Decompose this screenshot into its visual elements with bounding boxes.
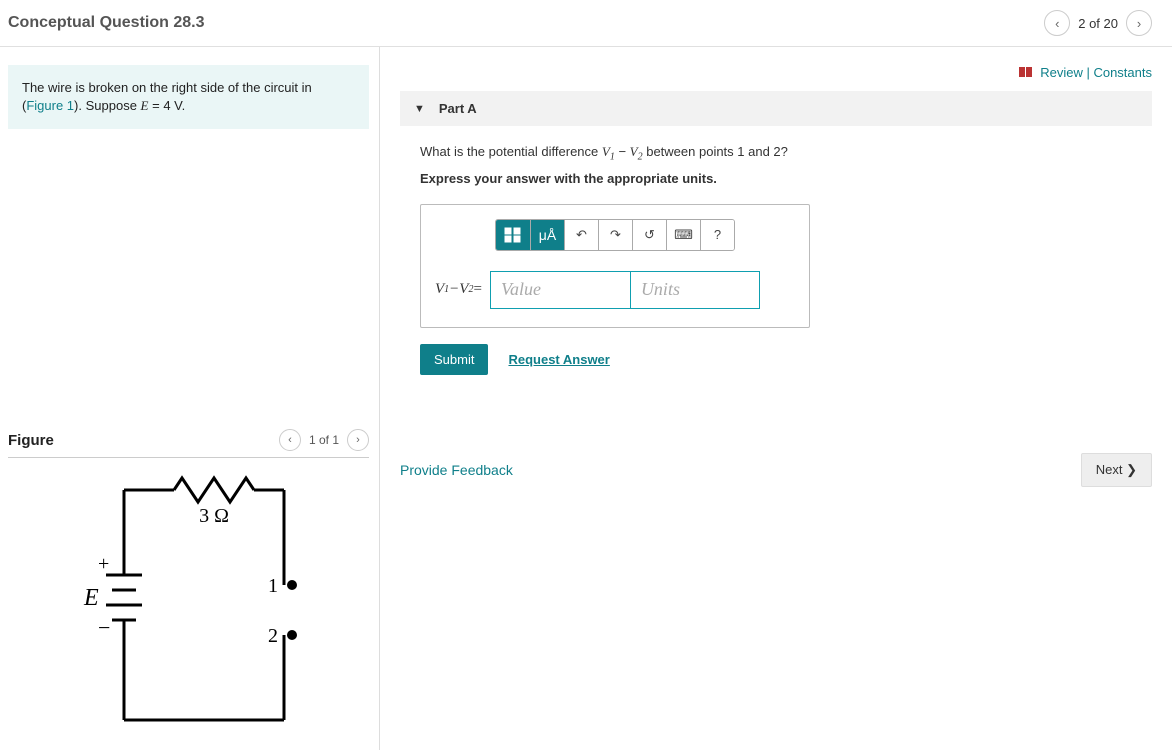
svg-text:+: +	[98, 553, 109, 575]
q-post: between points 1 and 2?	[643, 144, 788, 159]
svg-text:3 Ω: 3 Ω	[199, 505, 229, 527]
answer-row: V1 − V2 = Value Units	[435, 271, 795, 309]
redo-button[interactable]: ↷	[598, 220, 632, 250]
al-v2: V	[459, 281, 468, 298]
al-v1: V	[435, 281, 444, 298]
svg-text:1: 1	[268, 575, 278, 597]
separator: |	[1083, 65, 1094, 80]
q-pre: What is the potential difference	[420, 144, 602, 159]
page-pager: ‹ 2 of 20 ›	[1044, 10, 1152, 36]
figure-pager: ‹ 1 of 1 ›	[279, 429, 369, 451]
templates-icon	[504, 227, 522, 243]
answer-area: μÅ ↶ ↷ ↺ ⌨ ? V1 − V2 = Value Units	[420, 204, 810, 328]
reset-button[interactable]: ↺	[632, 220, 666, 250]
figure-prev-button[interactable]: ‹	[279, 429, 301, 451]
instruction-text: Express your answer with the appropriate…	[420, 171, 1132, 186]
svg-text:2: 2	[268, 625, 278, 647]
circuit-svg: 3 Ω E + − 1 2	[54, 470, 324, 740]
q-v2: V	[630, 144, 638, 159]
emf-symbol: E	[141, 98, 149, 113]
answer-label: V1 − V2 =	[435, 271, 490, 309]
figure-next-button[interactable]: ›	[347, 429, 369, 451]
figure-pager-text: 1 of 1	[309, 433, 339, 447]
toolbar-group: μÅ ↶ ↷ ↺ ⌨ ?	[495, 219, 735, 251]
flag-icon[interactable]	[1019, 66, 1033, 81]
al-minus: −	[449, 281, 459, 298]
undo-button[interactable]: ↶	[564, 220, 598, 250]
top-links: Review | Constants	[400, 59, 1152, 91]
figure-image: 3 Ω E + − 1 2	[8, 458, 369, 740]
submit-button[interactable]: Submit	[420, 344, 488, 375]
next-page-button[interactable]: ›	[1126, 10, 1152, 36]
problem-statement: The wire is broken on the right side of …	[8, 65, 369, 129]
caret-down-icon: ▼	[414, 103, 425, 115]
part-label: Part A	[439, 101, 477, 116]
q-v1: V	[602, 144, 610, 159]
figure-link[interactable]: Figure 1	[26, 98, 74, 113]
value-input[interactable]: Value	[490, 271, 630, 309]
figure-title: Figure	[8, 432, 54, 449]
main-content: The wire is broken on the right side of …	[0, 47, 1172, 750]
left-column: The wire is broken on the right side of …	[0, 47, 380, 750]
units-symbol-button[interactable]: μÅ	[530, 220, 564, 250]
q-minus: −	[615, 144, 630, 159]
submit-row: Submit Request Answer	[420, 344, 1132, 375]
bottom-row: Provide Feedback Next ❯	[400, 453, 1152, 487]
chevron-left-icon: ‹	[288, 434, 292, 446]
svg-text:E: E	[83, 585, 99, 611]
right-column: Review | Constants ▼ Part A What is the …	[380, 47, 1172, 750]
al-eq: =	[473, 281, 481, 298]
help-button[interactable]: ?	[700, 220, 734, 250]
answer-toolbar: μÅ ↶ ↷ ↺ ⌨ ?	[435, 219, 795, 251]
review-link[interactable]: Review	[1040, 65, 1083, 80]
problem-period: .	[182, 98, 186, 113]
keyboard-button[interactable]: ⌨	[666, 220, 700, 250]
chevron-right-icon: ›	[1137, 16, 1141, 31]
question-text: What is the potential difference V1 − V2…	[420, 144, 1132, 163]
part-header[interactable]: ▼ Part A	[400, 91, 1152, 126]
chevron-left-icon: ‹	[1055, 16, 1059, 31]
constants-link[interactable]: Constants	[1093, 65, 1152, 80]
svg-text:−: −	[98, 615, 110, 640]
part-body: What is the potential difference V1 − V2…	[400, 126, 1152, 393]
page-title: Conceptual Question 28.3	[8, 14, 204, 32]
pager-text: 2 of 20	[1078, 16, 1118, 31]
figure-header: Figure ‹ 1 of 1 ›	[8, 429, 369, 458]
units-input[interactable]: Units	[630, 271, 760, 309]
next-button[interactable]: Next ❯	[1081, 453, 1152, 487]
emf-value: = 4 V	[149, 98, 182, 113]
request-answer-link[interactable]: Request Answer	[508, 352, 609, 367]
provide-feedback-link[interactable]: Provide Feedback	[400, 462, 513, 478]
chevron-right-icon: ›	[356, 434, 360, 446]
page-header: Conceptual Question 28.3 ‹ 2 of 20 ›	[0, 0, 1172, 47]
templates-button[interactable]	[496, 220, 530, 250]
prev-page-button[interactable]: ‹	[1044, 10, 1070, 36]
problem-text-2: ). Suppose	[74, 98, 141, 113]
